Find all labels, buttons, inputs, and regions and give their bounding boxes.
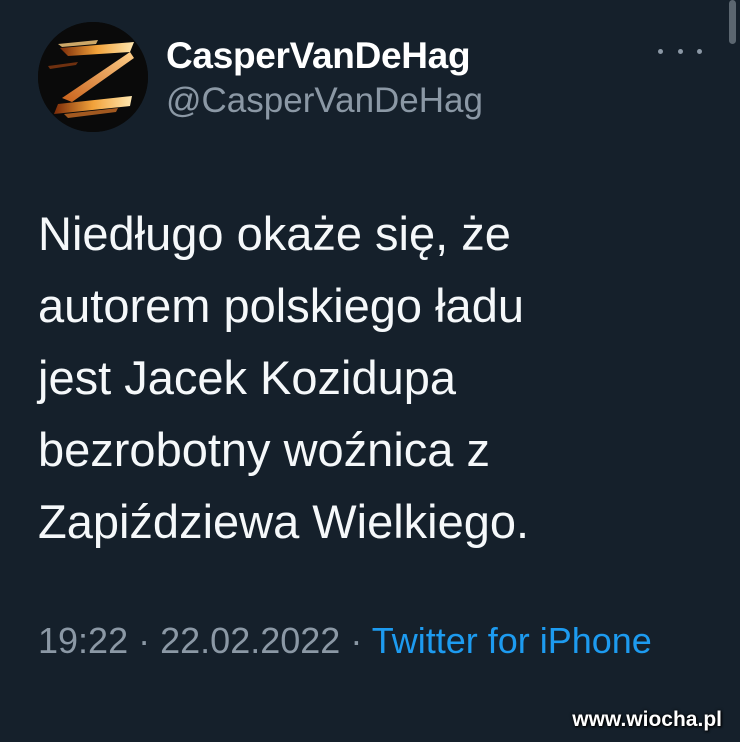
user-names: CasperVanDeHag @CasperVanDeHag [166,34,483,122]
meta-separator: · [350,620,363,661]
tweet-time[interactable]: 19:22 [38,620,128,661]
display-name[interactable]: CasperVanDeHag [166,34,483,78]
avatar[interactable] [38,22,148,132]
more-options-button[interactable] [658,36,702,66]
tweet-header: CasperVanDeHag @CasperVanDeHag [38,22,702,132]
tweet-meta: 19:22 · 22.02.2022 · Twitter for iPhone [38,614,678,668]
tweet-text: Niedługo okaże się, że autorem polskiego… [38,207,530,548]
tweet-date[interactable]: 22.02.2022 [160,620,340,661]
more-horizontal-icon [658,48,663,54]
scrollbar[interactable] [729,0,736,44]
tweet-source-link[interactable]: Twitter for iPhone [372,620,652,661]
watermark: www.wiocha.pl [572,708,722,731]
more-horizontal-icon-dot [697,48,702,54]
meta-separator: · [138,620,151,661]
user-handle[interactable]: @CasperVanDeHag [166,80,483,122]
more-horizontal-icon-dot [677,48,683,54]
flaming-z-logo-icon [38,22,148,132]
